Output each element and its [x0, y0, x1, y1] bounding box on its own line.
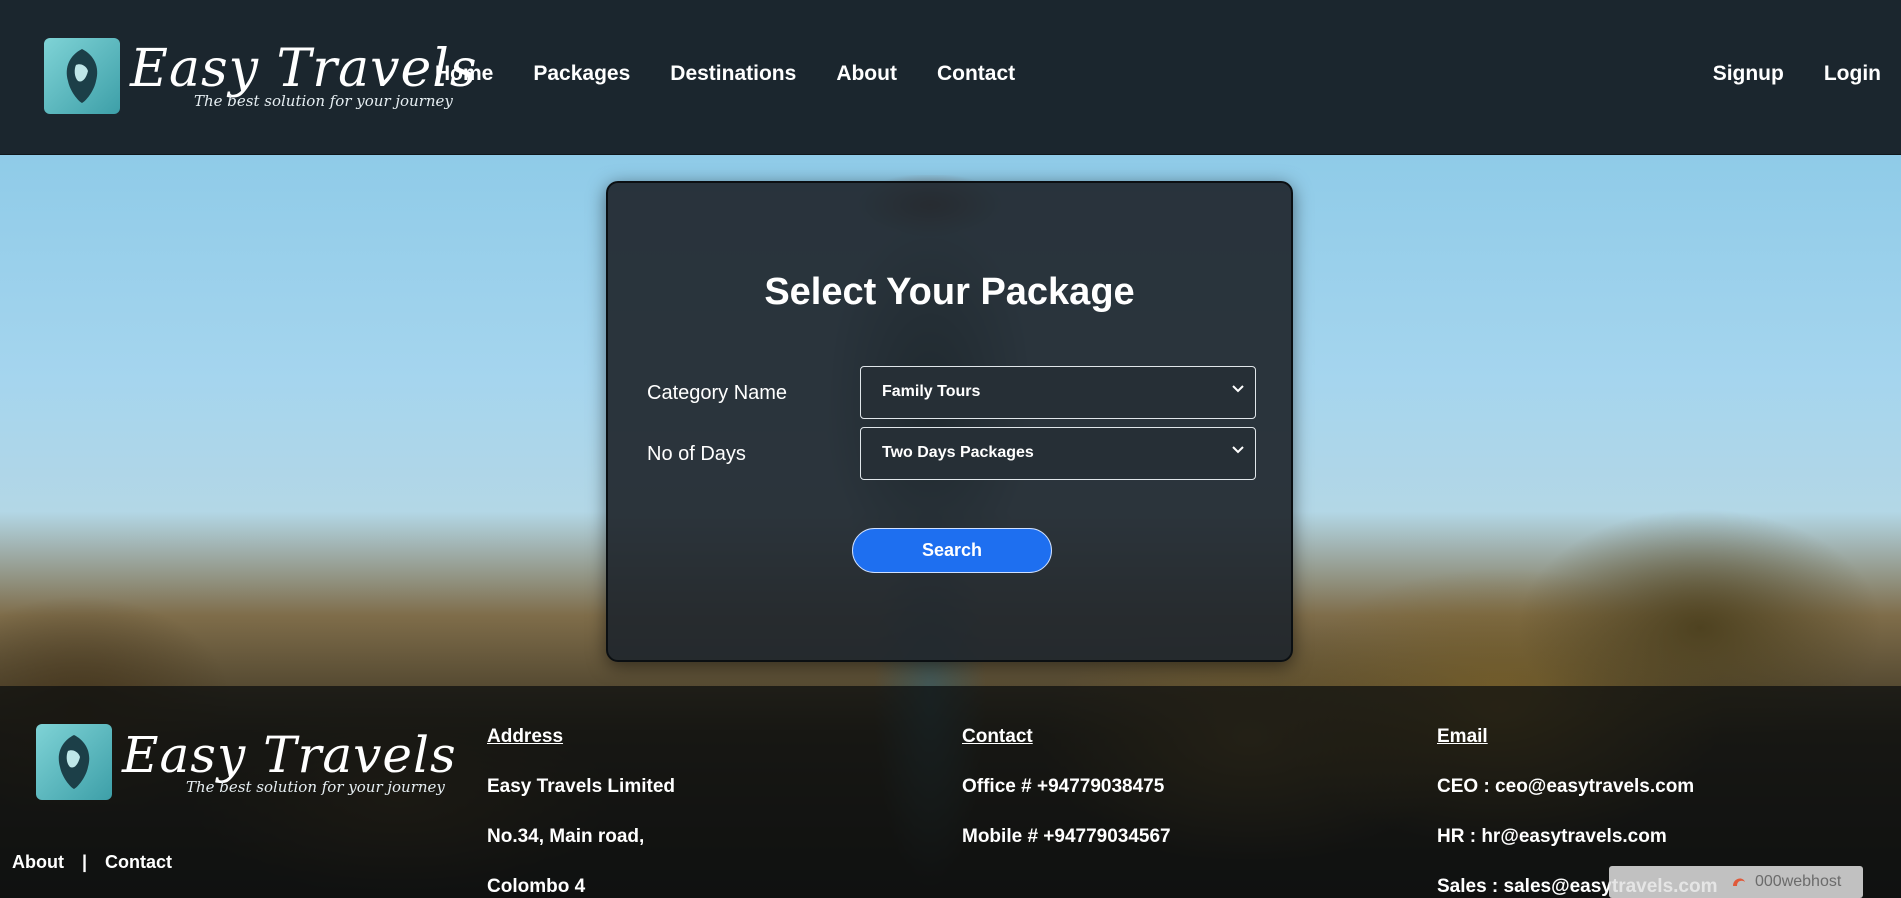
contact-heading: Contact: [962, 726, 1033, 747]
days-label: No of Days: [647, 443, 746, 465]
email-line: CEO : ceo@easytravels.com: [1437, 776, 1695, 797]
webhost-logo-icon: [1733, 878, 1745, 886]
contact-line: Mobile # +94779034567: [962, 826, 1171, 847]
days-selected-value: Two Days Packages: [882, 444, 1034, 461]
chevron-down-icon: [1232, 446, 1244, 454]
header-logo[interactable]: Easy Travels The best solution for your …: [44, 38, 478, 114]
card-title: Select Your Package: [764, 271, 1135, 313]
address-heading: Address: [487, 726, 564, 747]
main-nav: Home Packages Destinations About Contact: [435, 62, 1015, 86]
brand-name: Easy Travels: [130, 39, 478, 99]
footer-brand-tagline: The best solution for your journey: [186, 778, 445, 796]
footer-links: About | Contact: [12, 852, 172, 873]
search-button[interactable]: Search: [852, 528, 1052, 573]
footer-brand-name: Easy Travels: [122, 726, 457, 784]
footer-about-link[interactable]: About: [12, 852, 64, 873]
brand-tagline: The best solution for your journey: [194, 92, 453, 110]
footer-link-divider: |: [81, 852, 88, 872]
footer-contact-column: Contact Office # +94779038475 Mobile # +…: [962, 726, 1171, 876]
days-select[interactable]: Two Days Packages: [860, 427, 1256, 480]
category-label: Category Name: [647, 382, 788, 404]
signup-link[interactable]: Signup: [1713, 62, 1784, 86]
lion-logo-icon: [36, 724, 112, 800]
chevron-down-icon: [1232, 385, 1244, 393]
nav-home[interactable]: Home: [435, 62, 493, 86]
login-link[interactable]: Login: [1824, 62, 1881, 86]
category-selected-value: Family Tours: [882, 383, 981, 400]
address-line: Easy Travels Limited: [487, 776, 675, 797]
site-footer: Easy Travels The best solution for your …: [0, 686, 1901, 898]
host-badge-text: 000webhost: [1755, 873, 1842, 890]
email-line: HR : hr@easytravels.com: [1437, 826, 1667, 847]
address-line: Colombo 4: [487, 876, 586, 897]
contact-line: Office # +94779038475: [962, 776, 1165, 797]
nav-packages[interactable]: Packages: [533, 62, 630, 86]
host-badge[interactable]: 000webhost: [1609, 866, 1863, 898]
footer-address-column: Address Easy Travels Limited No.34, Main…: [487, 726, 675, 898]
site-header: Easy Travels The best solution for your …: [0, 0, 1901, 155]
footer-contact-link[interactable]: Contact: [105, 852, 172, 873]
nav-contact[interactable]: Contact: [937, 62, 1015, 86]
address-line: No.34, Main road,: [487, 826, 645, 847]
category-select[interactable]: Family Tours: [860, 366, 1256, 419]
nav-about[interactable]: About: [836, 62, 897, 86]
package-search-card: Select Your Package Category Name Family…: [606, 181, 1293, 662]
nav-destinations[interactable]: Destinations: [670, 62, 796, 86]
lion-logo-icon: [44, 38, 120, 114]
footer-logo[interactable]: Easy Travels The best solution for your …: [36, 724, 457, 800]
email-heading: Email: [1437, 726, 1488, 747]
auth-links: Signup Login: [1713, 62, 1881, 86]
